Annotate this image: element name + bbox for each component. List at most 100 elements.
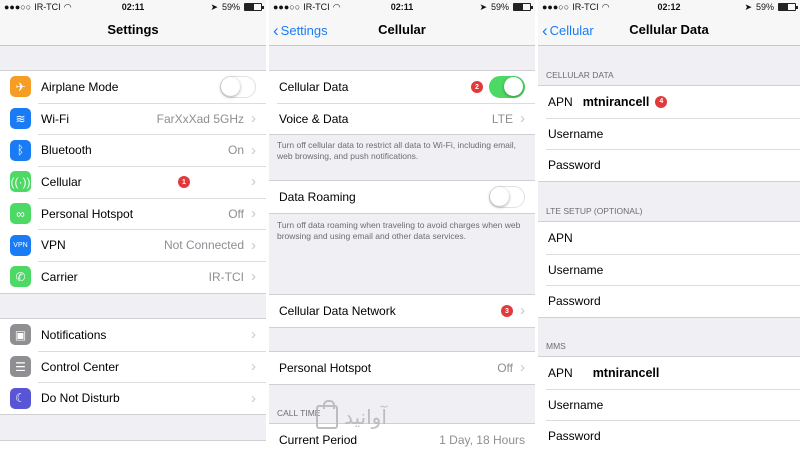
- chevron-left-icon: ‹: [542, 20, 548, 40]
- settings-group-connectivity: ✈ Airplane Mode ≋ Wi-Fi FarXxXad 5GHz › …: [0, 70, 266, 294]
- row-label: Username: [548, 397, 604, 412]
- moon-icon: ☾: [10, 387, 31, 409]
- chevron-right-icon: ›: [251, 110, 256, 128]
- apn-field[interactable]: APN mtnirancell: [538, 357, 800, 389]
- chevron-right-icon: ›: [251, 173, 256, 191]
- shopping-bag-icon: [316, 400, 338, 429]
- data-roaming-footer: Turn off data roaming when traveling to …: [277, 220, 521, 241]
- row-label: VPN: [41, 238, 66, 253]
- row-label: Carrier: [41, 269, 78, 284]
- section-header-cellular-data: CELLULAR DATA: [546, 70, 614, 80]
- page-title: Settings: [107, 22, 159, 37]
- chevron-right-icon: ›: [251, 389, 256, 407]
- nav-bar: ‹ Settings Cellular: [269, 14, 535, 46]
- row-label: Wi-Fi: [41, 111, 69, 126]
- settings-row-carrier[interactable]: ✆ Carrier IR-TCI ›: [0, 261, 266, 293]
- cellular-group-network: Cellular Data Network 3 ›: [269, 294, 535, 328]
- apn-field[interactable]: APN mtnirancell 4: [538, 86, 800, 118]
- cellular-data-network-row[interactable]: Cellular Data Network 3 ›: [269, 295, 535, 327]
- settings-row-personal-hotspot[interactable]: ∞ Personal Hotspot Off ›: [0, 197, 266, 230]
- control-center-icon: ☰: [10, 356, 31, 378]
- password-field[interactable]: Password: [538, 420, 800, 450]
- row-label: APN: [548, 94, 573, 109]
- back-button[interactable]: ‹ Settings: [273, 14, 328, 46]
- row-label: Bluetooth: [41, 143, 92, 158]
- row-label: Username: [548, 126, 604, 141]
- cellular-group-roaming: Data Roaming: [269, 180, 535, 214]
- row-value: On: [227, 143, 244, 158]
- status-bar: ●●●○○ IR-TCI ◠ 02:12 ➤ 59%: [538, 0, 800, 14]
- wifi-icon: ≋: [10, 108, 31, 130]
- row-label: Do Not Disturb: [41, 391, 120, 406]
- settings-row-do-not-disturb[interactable]: ☾ Do Not Disturb ›: [0, 382, 266, 414]
- settings-row-cellular[interactable]: ((·)) Cellular 1 ›: [0, 166, 266, 198]
- chevron-right-icon: ›: [520, 110, 525, 128]
- row-value: Not Connected: [163, 238, 244, 253]
- password-field[interactable]: Password: [538, 149, 800, 181]
- apn-field[interactable]: APN: [538, 222, 800, 254]
- battery-icon: [513, 3, 533, 11]
- chevron-right-icon: ›: [251, 141, 256, 159]
- row-label: Airplane Mode: [41, 79, 119, 94]
- row-label: Username: [548, 262, 604, 277]
- airplane-icon: ✈: [10, 76, 31, 98]
- cellular-data-toggle[interactable]: [489, 75, 525, 98]
- settings-row-bluetooth[interactable]: ᛒ Bluetooth On ›: [0, 134, 266, 166]
- row-value: FarXxXad 5GHz: [156, 111, 244, 126]
- row-label: Cellular Data: [279, 79, 349, 94]
- airplane-mode-toggle[interactable]: [220, 75, 256, 98]
- chevron-right-icon: ›: [520, 359, 525, 377]
- row-label: Cellular: [41, 174, 82, 189]
- apn-group-mms: APN mtnirancell Username Password: [538, 356, 800, 450]
- row-label: Password: [548, 429, 601, 444]
- section-header-mms: MMS: [546, 341, 566, 351]
- step-badge: 1: [178, 176, 190, 189]
- settings-row-vpn[interactable]: VPN VPN Not Connected ›: [0, 229, 266, 261]
- call-time-header: CALL TIME: [277, 408, 321, 418]
- apn-group-cellular-data: APN mtnirancell 4 Username Password: [538, 85, 800, 183]
- settings-row-wifi[interactable]: ≋ Wi-Fi FarXxXad 5GHz ›: [0, 102, 266, 135]
- row-label: Password: [548, 294, 601, 309]
- step-badge: 2: [471, 81, 483, 93]
- cellular-antenna-icon: ((·)): [10, 171, 31, 193]
- voice-data-row[interactable]: Voice & Data LTE ›: [269, 102, 535, 135]
- cellular-data-row[interactable]: Cellular Data 2: [269, 71, 535, 103]
- username-field[interactable]: Username: [538, 388, 800, 421]
- status-bar: ●●●○○ IR-TCI ◠ 02:11 ➤ 59%: [269, 0, 535, 14]
- cellular-data-panel: ●●●○○ IR-TCI ◠ 02:12 ➤ 59% ‹ Cellular Ce…: [538, 0, 800, 450]
- personal-hotspot-row[interactable]: Personal Hotspot Off ›: [269, 352, 535, 384]
- status-time: 02:11: [121, 2, 145, 12]
- phone-icon: ✆: [10, 266, 31, 288]
- vpn-icon: VPN: [10, 234, 31, 256]
- notifications-icon: ▣: [10, 324, 31, 346]
- settings-panel: ●●●○○ IR-TCI ◠ 02:11 ➤ 59% Settings ✈ Ai…: [0, 0, 266, 450]
- row-label: Personal Hotspot: [41, 206, 134, 221]
- watermark: آوانید: [316, 399, 452, 435]
- row-label: APN: [548, 230, 573, 245]
- page-title: Cellular Data: [629, 22, 709, 37]
- row-label: APN: [548, 365, 573, 380]
- data-roaming-row[interactable]: Data Roaming: [269, 181, 535, 213]
- settings-group-system: ▣ Notifications › ☰ Control Center › ☾ D…: [0, 318, 266, 416]
- settings-row-control-center[interactable]: ☰ Control Center ›: [0, 350, 266, 383]
- status-bar: ●●●○○ IR-TCI ◠ 02:11 ➤ 59%: [0, 0, 266, 14]
- username-field[interactable]: Username: [538, 117, 800, 150]
- data-roaming-toggle[interactable]: [489, 185, 525, 208]
- back-label: Cellular: [549, 22, 594, 38]
- cellular-group-data: Cellular Data 2 Voice & Data LTE ›: [269, 70, 535, 136]
- row-value: 1 Day, 18 Hours: [439, 432, 525, 447]
- settings-row-airplane-mode[interactable]: ✈ Airplane Mode: [0, 71, 266, 103]
- status-time: 02:12: [657, 2, 681, 12]
- chevron-right-icon: ›: [251, 205, 256, 223]
- settings-row-notifications[interactable]: ▣ Notifications ›: [0, 319, 266, 351]
- row-label: Password: [548, 158, 601, 173]
- apn-value[interactable]: mtnirancell: [583, 95, 650, 109]
- row-value: IR-TCI: [208, 269, 244, 284]
- row-label: Voice & Data: [279, 111, 349, 126]
- chevron-right-icon: ›: [251, 236, 256, 254]
- username-field[interactable]: Username: [538, 253, 800, 286]
- apn-value[interactable]: mtnirancell: [593, 366, 660, 380]
- password-field[interactable]: Password: [538, 285, 800, 317]
- hotspot-icon: ∞: [10, 203, 31, 225]
- back-button[interactable]: ‹ Cellular: [542, 14, 594, 46]
